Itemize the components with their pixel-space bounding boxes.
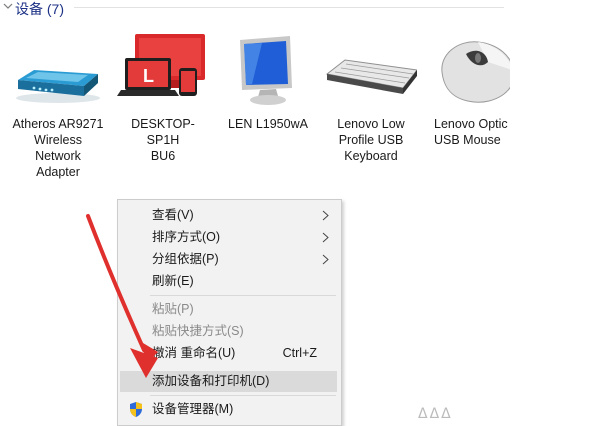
shortcut-label: Ctrl+Z bbox=[282, 346, 317, 360]
menu-item-device-manager[interactable]: 设备管理器(M) bbox=[120, 399, 337, 420]
menu-item-paste[interactable]: 粘贴(P) bbox=[120, 299, 337, 320]
chevron-right-icon bbox=[322, 210, 329, 221]
watermark-glyphs: ᐃᐃᐃ bbox=[418, 405, 453, 421]
device-item[interactable]: LEN L1950wA bbox=[220, 32, 316, 132]
computer-icon: L bbox=[117, 34, 205, 96]
device-item[interactable]: L DESKTOP-SP1H BU6 bbox=[115, 32, 211, 164]
chevron-right-icon bbox=[322, 254, 329, 265]
monitor-icon bbox=[240, 36, 292, 105]
svg-text:L: L bbox=[143, 66, 154, 86]
menu-separator bbox=[150, 295, 336, 296]
menu-item-view[interactable]: 查看(V) bbox=[120, 205, 337, 226]
chevron-down-icon[interactable] bbox=[3, 1, 13, 11]
menu-item-refresh[interactable]: 刷新(E) bbox=[120, 271, 337, 292]
menu-item-sort-by[interactable]: 排序方式(O) bbox=[120, 227, 337, 248]
menu-separator bbox=[150, 395, 336, 396]
chevron-right-icon bbox=[322, 232, 329, 243]
keyboard-icon bbox=[325, 59, 417, 94]
device-label: Lenovo Low Profile USB Keyboard bbox=[337, 117, 405, 163]
device-label: LEN L1950wA bbox=[228, 117, 308, 131]
device-item[interactable]: Lenovo Low Profile USB Keyboard bbox=[323, 32, 419, 164]
mouse-icon bbox=[441, 41, 510, 103]
menu-item-paste-shortcut[interactable]: 粘贴快捷方式(S) bbox=[120, 321, 337, 342]
menu-item-group-by[interactable]: 分组依据(P) bbox=[120, 249, 337, 270]
device-item[interactable]: Atheros AR9271 Wireless Network Adapter bbox=[10, 32, 106, 180]
context-menu: 查看(V) 排序方式(O) 分组依据(P) 刷新(E) 粘贴(P) 粘贴快捷方式… bbox=[117, 199, 342, 426]
device-label: Lenovo Optic USB Mouse bbox=[434, 117, 508, 147]
device-item[interactable]: Lenovo Optic USB Mouse bbox=[428, 32, 510, 148]
group-title: 设备 (7) bbox=[15, 1, 64, 17]
menu-item-add-devices-printers[interactable]: 添加设备和打印机(D) bbox=[120, 371, 337, 392]
device-label: DESKTOP-SP1H BU6 bbox=[131, 117, 195, 163]
menu-item-undo-rename[interactable]: 撤消 重命名(U) Ctrl+Z bbox=[120, 343, 337, 364]
router-icon bbox=[16, 70, 100, 103]
device-group-header[interactable]: 设备 (7) bbox=[0, 0, 505, 17]
shield-icon bbox=[130, 402, 142, 417]
group-divider bbox=[74, 7, 504, 8]
device-label: Atheros AR9271 Wireless Network Adapter bbox=[12, 117, 104, 179]
